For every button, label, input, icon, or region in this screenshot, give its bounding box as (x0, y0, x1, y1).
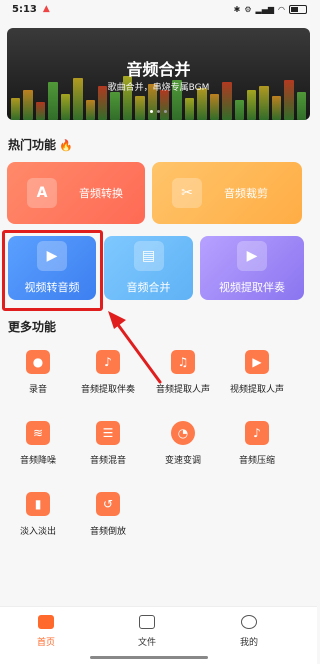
fade-item[interactable]: ▮ 淡入淡出 (0, 492, 76, 537)
equalizer-bar (271, 96, 282, 120)
video-to-audio-icon: ▶ (37, 241, 67, 271)
home-indicator (90, 656, 208, 659)
card-label: 音频转换 (79, 187, 123, 200)
settings-icon: ⚙ (244, 4, 252, 14)
tab-profile[interactable]: 我的 (219, 615, 279, 648)
audio-cut-card[interactable]: ✂ 音频裁剪 (152, 162, 302, 224)
noise-reduction-icon: ≋ (26, 421, 50, 445)
mixer-icon: ☰ (96, 421, 120, 445)
equalizer-bar (110, 92, 120, 120)
tab-home[interactable]: 首页 (16, 615, 76, 648)
card-label: 视频转音频 (24, 281, 80, 294)
tab-label: 文件 (137, 638, 156, 648)
promo-banner[interactable]: 音频合并 歌曲合并，串烧专属BGM (7, 28, 310, 120)
audio-convert-card[interactable]: A 音频转换 (7, 162, 145, 224)
equalizer-bar (184, 98, 195, 120)
audio-convert-icon: A (27, 178, 57, 208)
wifi-icon: ◠ (278, 4, 285, 14)
audio-extract-accompaniment-icon: ♪ (96, 350, 120, 374)
audio-extract-vocal-item[interactable]: ♫ 音频提取人声 (145, 350, 221, 395)
fire-icon: 🔥 (59, 139, 73, 152)
item-label: 音频提取伴奏 (80, 385, 135, 395)
banner-title: 音频合并 (126, 60, 191, 79)
mixer-item[interactable]: ☰ 音频混音 (70, 421, 146, 466)
noise-reduction-item[interactable]: ≋ 音频降噪 (0, 421, 76, 466)
app-notification-icon: ▲ (42, 4, 50, 14)
hot-functions-title: 热门功能 (8, 138, 57, 152)
more-functions-title: 更多功能 (8, 320, 57, 334)
item-label: 录音 (28, 385, 47, 395)
audio-reverse-item[interactable]: ↺ 音频倒放 (70, 492, 146, 537)
tab-files[interactable]: 文件 (117, 615, 177, 648)
item-label: 视频提取人声 (229, 385, 284, 395)
item-label: 音频倒放 (89, 527, 126, 537)
video-extract-accompaniment-icon: ▶ (237, 241, 267, 271)
speed-pitch-icon: ◔ (171, 421, 195, 445)
folder-icon (139, 615, 155, 629)
battery-icon (289, 4, 307, 14)
item-label: 淡入淡出 (19, 527, 56, 537)
audio-cut-icon: ✂ (172, 178, 202, 208)
status-bar: 5:13 ▲ ✱ ⚙ ▂▄▆ ◠ (0, 0, 317, 18)
speed-pitch-item[interactable]: ◔ 变速变调 (145, 421, 221, 466)
card-label: 音频裁剪 (224, 187, 268, 200)
equalizer-bar (160, 90, 170, 120)
pager-dot (164, 110, 167, 113)
item-label: 变速变调 (164, 456, 201, 466)
record-item[interactable]: ● 录音 (0, 350, 76, 395)
pager-dot (150, 110, 153, 113)
equalizer-bar (11, 98, 21, 120)
item-label: 音频降噪 (19, 456, 56, 466)
card-label: 视频提取伴奏 (219, 281, 285, 294)
signal-icon: ▂▄▆ (255, 4, 275, 14)
item-label: 音频压缩 (238, 456, 275, 466)
equalizer-bar (247, 90, 257, 120)
item-label: 音频提取人声 (155, 385, 210, 395)
video-to-audio-card[interactable]: ▶ 视频转音频 (8, 236, 96, 300)
item-label: 音频混音 (89, 456, 126, 466)
status-icons: ✱ ⚙ ▂▄▆ ◠ (233, 4, 307, 14)
equalizer-bar (23, 90, 33, 120)
hot-functions-heading: 热门功能 🔥 (8, 136, 73, 153)
pager-dot (157, 110, 160, 113)
audio-merge-card[interactable]: ▤ 音频合并 (104, 236, 193, 300)
audio-compress-item[interactable]: ♪ 音频压缩 (219, 421, 295, 466)
banner-subtitle: 歌曲合并，串烧专属BGM (107, 83, 210, 93)
audio-merge-icon: ▤ (133, 241, 164, 271)
profile-icon (241, 615, 257, 629)
equalizer-bar (135, 96, 145, 120)
fade-icon: ▮ (26, 492, 50, 516)
audio-extract-vocal-icon: ♫ (171, 350, 195, 374)
microphone-icon: ● (26, 350, 50, 374)
status-time: 5:13 (12, 3, 37, 15)
home-icon (38, 615, 54, 629)
audio-compress-icon: ♪ (245, 421, 269, 445)
video-extract-vocal-icon: ▶ (245, 350, 269, 374)
equalizer-bar (60, 94, 71, 120)
audio-reverse-icon: ↺ (96, 492, 120, 516)
equalizer-bar (296, 92, 307, 120)
tab-label: 首页 (36, 638, 55, 648)
tab-label: 我的 (239, 638, 258, 648)
bluetooth-icon: ✱ (233, 4, 241, 14)
video-extract-accompaniment-card[interactable]: ▶ 视频提取伴奏 (200, 236, 304, 300)
card-label: 音频合并 (126, 281, 171, 294)
audio-extract-accompaniment-item[interactable]: ♪ 音频提取伴奏 (70, 350, 146, 395)
equalizer-bar (209, 94, 220, 120)
video-extract-vocal-item[interactable]: ▶ 视频提取人声 (219, 350, 295, 395)
banner-pager (7, 110, 310, 113)
